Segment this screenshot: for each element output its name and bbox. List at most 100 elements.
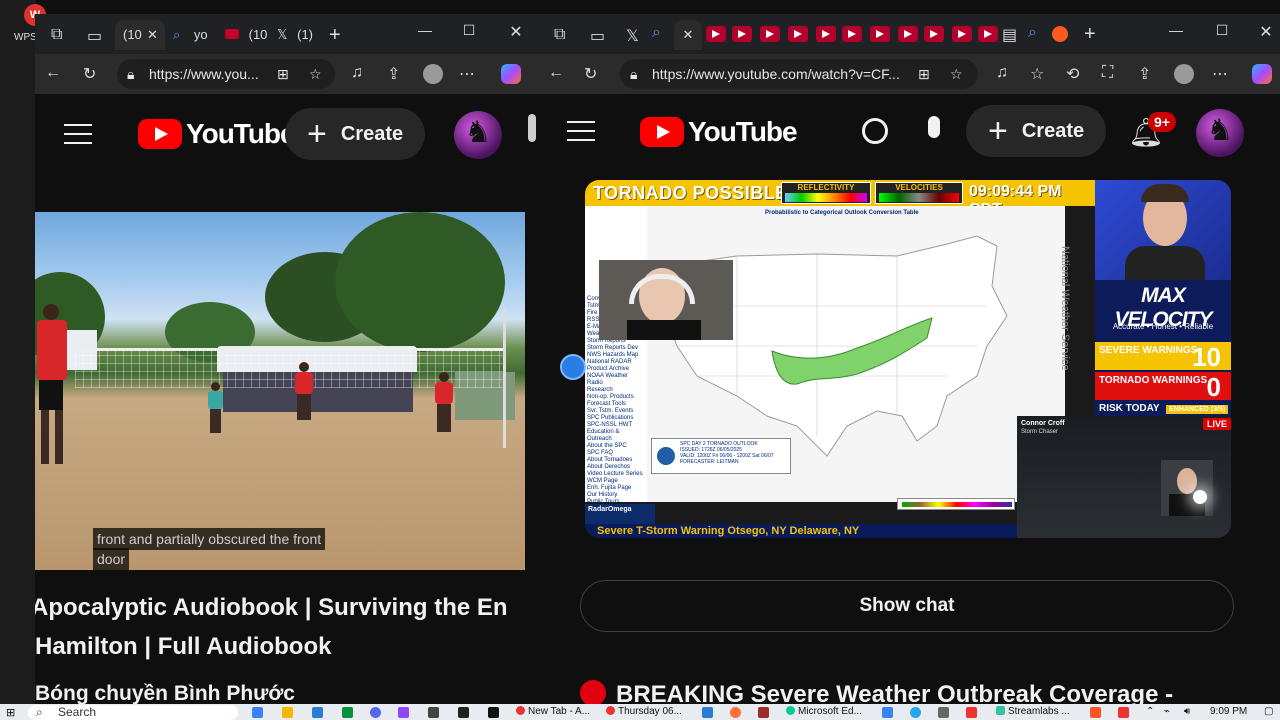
app-available-icon[interactable]: ⊞ <box>277 59 289 89</box>
menu-hamburger-icon[interactable] <box>567 121 595 141</box>
minimize-icon[interactable]: — <box>1164 22 1188 38</box>
app-available-icon[interactable]: ⊞ <box>918 59 930 89</box>
close-tab-icon[interactable]: ✕ <box>147 20 158 50</box>
tab-active-close[interactable]: ✕ <box>674 20 702 50</box>
back-icon[interactable]: ← <box>45 64 61 82</box>
youtube-logo[interactable]: YouTube <box>640 116 798 148</box>
x-tab-icon[interactable]: 𝕏 <box>626 26 639 46</box>
taskbar-streamlabs[interactable]: Streamlabs ... <box>996 706 1070 717</box>
address-bar[interactable]: 🔒︎ https://www.you... ⊞ ☆ <box>117 59 335 89</box>
app-icon[interactable] <box>938 707 949 718</box>
youtube-tab-icon[interactable] <box>842 26 862 42</box>
app-icon[interactable] <box>702 707 713 718</box>
minimize-icon[interactable]: — <box>413 22 437 38</box>
video-player-left[interactable]: front and partially obscured the front d… <box>35 212 525 570</box>
notifications-icon[interactable]: ▢ <box>1264 706 1273 717</box>
next-video-title[interactable]: Bóng chuyền Bình Phước <box>35 682 295 704</box>
read-aloud-icon[interactable]: ♫ <box>351 64 363 82</box>
app-icon[interactable] <box>966 707 977 718</box>
app-icon[interactable] <box>1118 707 1129 718</box>
profile-icon[interactable] <box>1174 64 1194 84</box>
youtube-tab-icon[interactable] <box>706 26 726 42</box>
screenshot-icon[interactable]: ⛶ <box>1102 64 1113 82</box>
youtube-tab-icon[interactable] <box>732 26 752 42</box>
youtube-tab-icon[interactable] <box>924 26 944 42</box>
app-icon[interactable] <box>342 707 353 718</box>
tab-x[interactable]: 𝕏 (1) <box>277 20 321 50</box>
maximize-icon[interactable]: ☐ <box>457 22 481 39</box>
network-icon[interactable]: ⌁ <box>1164 706 1170 717</box>
create-button[interactable]: + Create <box>285 108 426 160</box>
taskbar-chrome-thursday[interactable]: Thursday 06... <box>606 706 682 717</box>
new-tab-icon[interactable]: + <box>329 24 341 47</box>
refresh-icon[interactable]: ↻ <box>584 64 597 84</box>
more-options-icon[interactable]: ⋯ <box>1212 64 1228 84</box>
youtube-tab-icon[interactable] <box>870 26 890 42</box>
next-video-title[interactable]: BREAKING Severe Weather Outbreak Coverag… <box>580 680 1173 704</box>
avatar[interactable] <box>1196 109 1244 157</box>
radar-tab-icon[interactable] <box>1052 26 1068 42</box>
back-icon[interactable]: ← <box>548 64 564 82</box>
tab-youtube-1[interactable]: (10 ✕ <box>115 20 165 50</box>
workspaces-icon[interactable]: ⧉ <box>51 26 62 44</box>
scrollbar-thumb[interactable] <box>528 114 536 142</box>
tab-youtube-2[interactable]: (10 <box>225 20 269 50</box>
taskbar-edge[interactable]: Microsoft Ed... <box>786 706 862 717</box>
volume-icon[interactable]: 🔊︎ <box>1184 706 1190 717</box>
taskbar-search[interactable]: ⌕ Search <box>28 705 238 720</box>
close-window-icon[interactable]: ✕ <box>1254 22 1278 42</box>
app-icon[interactable] <box>488 707 499 718</box>
avatar[interactable] <box>454 111 502 159</box>
more-options-icon[interactable]: ⋯ <box>459 64 475 84</box>
youtube-tab-icon[interactable] <box>952 26 972 42</box>
read-aloud-icon[interactable]: ♫ <box>996 64 1008 82</box>
show-chat-button[interactable]: Show chat <box>580 580 1234 632</box>
start-icon[interactable]: ⊞ <box>6 706 15 719</box>
brave-icon[interactable] <box>1090 707 1101 718</box>
youtube-tab-icon[interactable] <box>760 26 780 42</box>
close-tab-icon[interactable]: ✕ <box>683 27 694 42</box>
new-tab-icon[interactable]: + <box>1084 23 1096 46</box>
copilot-taskbar-icon[interactable] <box>252 707 263 718</box>
copilot-icon[interactable] <box>1252 64 1272 84</box>
firefox-icon[interactable] <box>730 707 741 718</box>
youtube-tab-icon[interactable] <box>816 26 836 42</box>
youtube-tab-icon[interactable] <box>978 26 998 42</box>
live-stream-player[interactable]: TORNADO POSSIBLE REFLECTIVITY VELOCITIES… <box>585 180 1231 538</box>
youtube-tab-icon[interactable] <box>788 26 808 42</box>
profile-icon[interactable] <box>423 64 443 84</box>
favorites-icon[interactable]: ☆ <box>1030 64 1044 84</box>
menu-hamburger-icon[interactable] <box>64 124 92 144</box>
tab-actions-icon[interactable]: ▭ <box>87 26 102 46</box>
taskbar-chrome-new-tab[interactable]: New Tab - A... <box>516 706 590 717</box>
share-icon[interactable]: ⇪ <box>1138 64 1151 84</box>
maximize-icon[interactable]: ☐ <box>1210 22 1234 39</box>
youtube-tab-icon[interactable] <box>898 26 918 42</box>
search-icon[interactable] <box>862 118 888 144</box>
app-icon[interactable] <box>758 707 769 718</box>
telegram-icon[interactable] <box>910 707 921 718</box>
discord-icon[interactable] <box>370 707 381 718</box>
file-explorer-icon[interactable] <box>282 707 293 718</box>
microphone-icon[interactable] <box>928 116 940 138</box>
tab-actions-icon[interactable]: ▭ <box>590 26 605 46</box>
app-icon[interactable] <box>458 707 469 718</box>
calendar-tab-icon[interactable]: ▤ <box>1002 25 1017 45</box>
address-bar[interactable]: 🔒︎ https://www.youtube.com/watch?v=CF...… <box>620 59 978 89</box>
youtube-logo[interactable]: YouTube <box>138 118 296 150</box>
tab-youtube-search[interactable]: ⌕ yo <box>173 20 219 50</box>
share-icon[interactable]: ⇪ <box>387 64 400 84</box>
workspaces-icon[interactable]: ⧉ <box>554 26 565 44</box>
app-icon[interactable] <box>428 707 439 718</box>
tray-chevron-icon[interactable]: ⌃ <box>1146 706 1154 717</box>
taskbar-clock[interactable]: 9:09 PM <box>1210 706 1247 717</box>
app-icon[interactable] <box>312 707 323 718</box>
search-tab-icon[interactable]: ⌕ <box>1028 24 1037 42</box>
search-tab-icon[interactable]: ⌕ <box>652 24 661 42</box>
copilot-icon[interactable] <box>501 64 521 84</box>
app-icon[interactable] <box>882 707 893 718</box>
create-button[interactable]: + Create <box>966 105 1107 157</box>
close-window-icon[interactable]: ✕ <box>504 22 528 42</box>
twitch-icon[interactable] <box>398 707 409 718</box>
favorite-star-icon[interactable]: ☆ <box>950 59 963 89</box>
